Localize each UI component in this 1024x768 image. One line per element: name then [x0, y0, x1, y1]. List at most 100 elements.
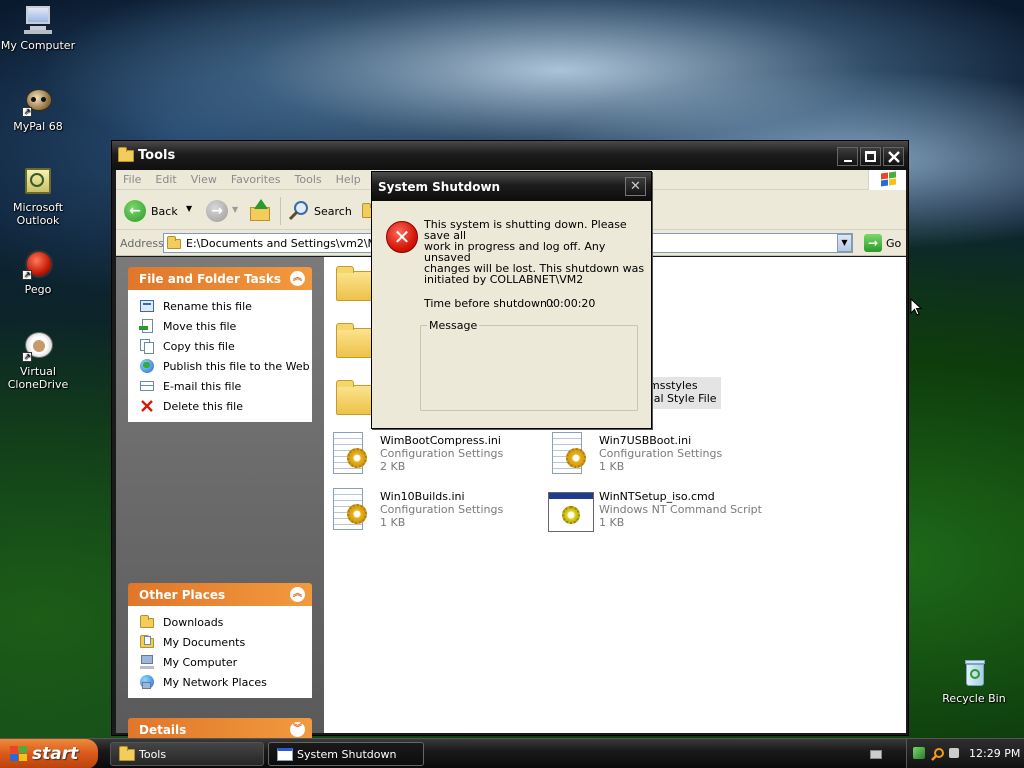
- desktop-icon-mypal[interactable]: ↗ MyPal 68: [0, 85, 76, 133]
- email-icon: [139, 378, 155, 394]
- up-folder-button[interactable]: [248, 199, 272, 223]
- chevron-down-icon: ▼: [841, 238, 848, 247]
- pego-icon: ↗: [22, 248, 54, 280]
- file-type: Configuration Settings: [599, 447, 723, 460]
- search-button[interactable]: Search: [286, 199, 352, 223]
- taskbar-button-system-shutdown[interactable]: System Shutdown: [268, 742, 424, 766]
- folder-icon[interactable]: [336, 380, 374, 415]
- close-icon: [888, 151, 900, 163]
- keyboard-icon[interactable]: [870, 750, 882, 759]
- go-arrow-icon: →: [864, 234, 882, 252]
- menu-help[interactable]: Help: [329, 170, 368, 189]
- folder-icon: [119, 746, 135, 761]
- file-item-win10builds[interactable]: Win10Builds.ini Configuration Settings 1…: [331, 488, 531, 540]
- start-label: start: [32, 744, 79, 764]
- desktop-icon-label: MyPal 68: [13, 120, 63, 133]
- chevron-down-icon: ▼: [232, 205, 239, 214]
- sheep-icon: ↗: [22, 330, 54, 362]
- taskbar-button-tools[interactable]: Tools: [110, 742, 264, 766]
- dialog-close-button[interactable]: ✕: [625, 177, 646, 196]
- window-icon: [277, 748, 293, 761]
- folder-icon[interactable]: [336, 323, 374, 358]
- file-name: Win10Builds.ini: [380, 490, 465, 503]
- desktop-icon-pego[interactable]: ↗ Pego: [0, 248, 76, 296]
- close-button[interactable]: [883, 147, 904, 166]
- file-item-wimbootcompress[interactable]: WimBootCompress.ini Configuration Settin…: [331, 432, 531, 484]
- task-publish-web[interactable]: Publish this file to the Web: [139, 356, 312, 376]
- menu-tools[interactable]: Tools: [288, 170, 329, 189]
- dialog-title: System Shutdown: [378, 180, 501, 194]
- file-size: 1 KB: [380, 516, 406, 529]
- menu-edit[interactable]: Edit: [148, 170, 183, 189]
- task-delete-file[interactable]: Delete this file: [139, 396, 312, 416]
- folder-icon[interactable]: [336, 266, 374, 301]
- file-item-msstyles[interactable]: msstyles sual Style File: [641, 377, 721, 409]
- message-group: Message: [420, 319, 638, 411]
- my-documents-icon: [139, 634, 155, 650]
- up-folder-icon: [250, 207, 270, 221]
- clock[interactable]: 12:29 PM: [969, 747, 1020, 760]
- folder-icon: [118, 147, 134, 162]
- other-places-body: Downloads My Documents My Computer My Ne…: [128, 606, 312, 698]
- mypal-icon: ↗: [22, 85, 54, 117]
- back-button[interactable]: ← Back ▼: [122, 199, 194, 223]
- volume-tray-icon[interactable]: [949, 748, 959, 758]
- globe-icon: [139, 358, 155, 374]
- desktop-icon-my-computer[interactable]: My Computer: [0, 4, 76, 52]
- forward-button[interactable]: →: [206, 200, 228, 222]
- file-type: sual Style File: [641, 392, 717, 405]
- search-tray-icon[interactable]: [931, 747, 945, 761]
- file-name: WinNTSetup_iso.cmd: [599, 490, 715, 503]
- shutdown-message: This system is shutting down. Please sav…: [424, 218, 645, 286]
- file-type: Configuration Settings: [380, 447, 504, 460]
- file-type: Windows NT Command Script: [599, 503, 762, 516]
- chevron-up-icon[interactable]: ︽: [290, 587, 305, 602]
- desktop-icon-virtual-clonedrive[interactable]: ↗ Virtual CloneDrive: [0, 330, 76, 391]
- chevron-down-icon[interactable]: ︾: [290, 722, 305, 737]
- menu-view[interactable]: View: [184, 170, 224, 189]
- file-size: 2 KB: [380, 460, 406, 473]
- folder-icon: [139, 614, 155, 630]
- task-email-file[interactable]: E-mail this file: [139, 376, 312, 396]
- config-file-icon: [331, 432, 375, 480]
- maximize-button[interactable]: [860, 147, 881, 166]
- error-icon: ✕: [386, 221, 418, 253]
- menu-file[interactable]: File: [116, 170, 148, 189]
- address-label: Address: [120, 237, 164, 250]
- file-item-winntsetup-cmd[interactable]: WinNTSetup_iso.cmd Windows NT Command Sc…: [548, 488, 778, 540]
- desktop-icon-outlook[interactable]: Microsoft Outlook: [0, 166, 76, 227]
- chevron-up-icon[interactable]: ︽: [290, 271, 305, 286]
- place-my-documents[interactable]: My Documents: [139, 632, 312, 652]
- other-places-panel: Other Places ︽ Downloads My Documents My…: [128, 583, 312, 698]
- copy-icon: [139, 338, 155, 354]
- minimize-icon: [844, 160, 852, 162]
- place-my-network[interactable]: My Network Places: [139, 672, 312, 692]
- move-icon: [139, 318, 155, 334]
- file-item-win7usbboot[interactable]: Win7USBBoot.ini Configuration Settings 1…: [550, 432, 750, 484]
- taskbar: start Tools System Shutdown 12:29 PM: [0, 738, 1024, 768]
- minimize-button[interactable]: [837, 147, 858, 166]
- system-tray: 12:29 PM: [906, 739, 1024, 768]
- desktop-icon-recycle-bin[interactable]: Recycle Bin: [936, 657, 1012, 705]
- address-dropdown-button[interactable]: ▼: [837, 234, 852, 252]
- other-places-header[interactable]: Other Places ︽: [128, 583, 312, 606]
- explorer-titlebar[interactable]: Tools: [112, 141, 908, 170]
- start-button[interactable]: start: [0, 739, 98, 768]
- file-tasks-header[interactable]: File and Folder Tasks ︽: [128, 267, 312, 290]
- dialog-titlebar[interactable]: System Shutdown ✕: [372, 172, 651, 201]
- network-icon: [139, 674, 155, 690]
- config-file-icon: [550, 432, 594, 480]
- place-downloads[interactable]: Downloads: [139, 612, 312, 632]
- network-tray-icon[interactable]: [913, 747, 925, 759]
- go-label: Go: [886, 237, 902, 250]
- maximize-icon: [865, 151, 876, 162]
- task-move-file[interactable]: Move this file: [139, 316, 312, 336]
- file-name: WimBootCompress.ini: [380, 434, 501, 447]
- place-my-computer[interactable]: My Computer: [139, 652, 312, 672]
- task-copy-file[interactable]: Copy this file: [139, 336, 312, 356]
- search-label: Search: [314, 205, 352, 218]
- computer-icon: [139, 654, 155, 670]
- task-rename-file[interactable]: Rename this file: [139, 296, 312, 316]
- go-button[interactable]: → Go: [862, 233, 904, 253]
- menu-favorites[interactable]: Favorites: [224, 170, 288, 189]
